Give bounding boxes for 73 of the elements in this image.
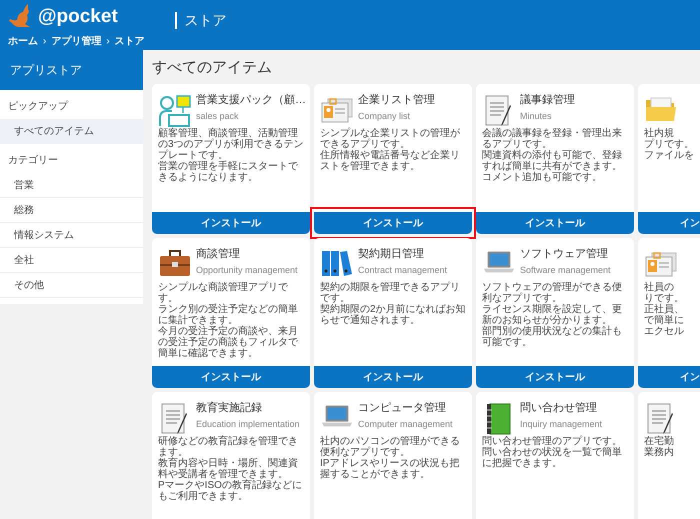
app-description: エクセル bbox=[644, 326, 685, 337]
app-description: 業務内 bbox=[644, 447, 675, 458]
app-description: 関連資料の添付も可能で、登録すれば簡単に共有ができます。 bbox=[482, 150, 623, 172]
install-button[interactable]: インストール bbox=[314, 366, 472, 388]
install-button[interactable]: イン bbox=[638, 366, 700, 388]
app-description: 正社員、 bbox=[644, 304, 685, 315]
sidebar-heading: カテゴリー bbox=[7, 154, 59, 168]
app-description: IPアドレスやリースの状況も把握することができます。 bbox=[320, 458, 460, 480]
app-title: 議事録管理 bbox=[520, 92, 575, 108]
briefcase-icon bbox=[158, 248, 192, 278]
app-title: 契約期日管理 bbox=[358, 247, 425, 262]
install-button[interactable]: イン bbox=[638, 212, 700, 234]
breadcrumb-link[interactable]: アプリ管理 bbox=[51, 37, 102, 47]
app-description: 在宅勤 bbox=[644, 436, 675, 447]
app-title: コンピュータ管理 bbox=[358, 401, 447, 416]
app-description: 会議の議事録を登録・管理出来るアプリです。 bbox=[482, 128, 623, 150]
app-title: 商談管理 bbox=[196, 246, 241, 262]
app-description: プリです。 bbox=[644, 139, 695, 150]
sidebar-title: アプリストア bbox=[0, 50, 143, 90]
app-description: シンプルな商談管理アプリです。 bbox=[158, 282, 289, 304]
app-subtitle: Software management bbox=[520, 264, 611, 277]
app-description: 今月の受注予定の商談や、来月の受注予定の商談もフィルタで簡単に確認できます。 bbox=[158, 326, 299, 359]
app-description: 契約期限の2か月前になればお知らせで通知されます。 bbox=[320, 304, 466, 326]
app-description: シンプルな企業リストの管理ができるアプリです。 bbox=[320, 128, 461, 150]
app-description: りです。 bbox=[644, 293, 685, 304]
app-description: 研修などの教育記録を管理できます。 bbox=[158, 436, 299, 458]
app-description: 社内規 bbox=[644, 128, 675, 139]
app-description: 社内のパソコンの管理ができる便利なアプリです。 bbox=[320, 436, 461, 458]
install-button[interactable]: インストール bbox=[314, 212, 472, 234]
app-description: 問い合わせ管理のアプリです。 bbox=[482, 436, 623, 447]
section-title: すべてのアイテム bbox=[152, 58, 273, 78]
app-description: コメント追加も可能です。 bbox=[482, 172, 603, 183]
page-title: ストア bbox=[184, 11, 227, 30]
app-description: ソフトウェアの管理ができる便利なアプリです。 bbox=[482, 282, 623, 304]
app-title: 企業リスト管理 bbox=[358, 93, 435, 108]
app-description: PマークやISOの教育記録などにもご利用できます。 bbox=[158, 480, 303, 502]
install-button[interactable]: インストール bbox=[152, 212, 310, 234]
app-description: 営業の管理を手軽にスタートできるようになります。 bbox=[158, 161, 299, 183]
sidebar-item[interactable]: すべてのアイテム bbox=[0, 119, 143, 144]
app-description: 住所情報や電話番号など企業リストを管理できます。 bbox=[320, 150, 461, 172]
app-description: 顧客管理、商談管理、活動管理の3つのアプリが利用できるテンプレートです。 bbox=[158, 128, 304, 161]
breadcrumb-separator: › bbox=[106, 37, 110, 47]
install-button[interactable]: インストール bbox=[476, 212, 634, 234]
install-button[interactable]: インストール bbox=[152, 366, 310, 388]
app-description: 問い合わせの状況を一覧で簡単に把握できます。 bbox=[482, 447, 623, 469]
breadcrumb-link[interactable]: ストア bbox=[114, 37, 145, 47]
logo-text: @pocket bbox=[38, 6, 118, 26]
breadcrumb-separator: › bbox=[43, 37, 46, 47]
app-subtitle: Opportunity management bbox=[196, 264, 298, 277]
app-description: 社員の bbox=[644, 282, 675, 293]
app-description: ファイルを bbox=[644, 150, 695, 161]
app-subtitle: Contract management bbox=[358, 264, 448, 277]
app-subtitle: sales pack bbox=[196, 110, 240, 123]
app-subtitle: Education implementation bbox=[196, 418, 300, 431]
sidebar-heading: ピックアップ bbox=[7, 100, 70, 114]
app-title: 教育実施記録 bbox=[196, 400, 263, 416]
app-description: ライセンス期限を設定して、更新のお知らせが分かります。 bbox=[482, 304, 623, 326]
app-title: ソフトウェア管理 bbox=[520, 247, 609, 262]
app-title: 問い合わせ管理 bbox=[520, 401, 598, 416]
app-subtitle: Computer management bbox=[358, 418, 453, 431]
breadcrumb-link[interactable]: ホーム bbox=[8, 37, 38, 47]
person-board-icon bbox=[158, 94, 192, 128]
app-description: 教育内容や日時・場所、関連資料や受講者を管理できます。 bbox=[158, 458, 299, 480]
app-subtitle: Inquiry management bbox=[520, 418, 602, 431]
app-description: で簡単に bbox=[644, 315, 685, 326]
app-subtitle: Company list bbox=[358, 110, 412, 123]
install-button[interactable]: インストール bbox=[476, 366, 634, 388]
app-title: 営業支援パック（顧… bbox=[196, 92, 304, 108]
app-description: 部門別の使用状況などの集計も可能です。 bbox=[482, 326, 623, 348]
app-description: ランク別の受注予定などの簡単に集計できます。 bbox=[158, 304, 299, 326]
app-subtitle: Minutes bbox=[520, 110, 553, 123]
app-description: 契約の期限を管理できるアプリです。 bbox=[320, 282, 461, 304]
binders-icon bbox=[320, 248, 354, 278]
